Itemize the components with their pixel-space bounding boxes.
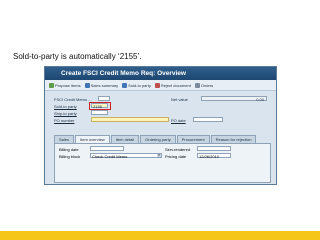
orders-label: Orders — [200, 82, 214, 88]
tab-ordering-party[interactable]: Ordering party — [140, 135, 176, 143]
sales-summary-button[interactable]: Sales summary — [84, 82, 119, 88]
window-title: Create FSCI Credit Memo Req: Overview — [45, 67, 276, 80]
net-value-label: Net value — [171, 97, 188, 102]
orders-button[interactable]: Orders — [194, 82, 214, 88]
summary-icon — [84, 82, 90, 88]
sold-to-party-btn-label: Sold-to party — [128, 82, 151, 88]
billing-date-label: Billing date — [59, 147, 79, 152]
billing-block-label: Billing block — [59, 154, 81, 159]
sold-to-party-button[interactable]: Sold-to party — [122, 82, 151, 88]
serv-rendered-field[interactable] — [197, 146, 231, 151]
application-toolbar: Propose items Sales summary Sold-to part… — [45, 80, 276, 91]
sap-window: Create FSCI Credit Memo Req: Overview Pr… — [44, 66, 277, 185]
tab-strip: Sales Item overview Item detail Ordering… — [54, 135, 257, 143]
net-value-field: 0.00 — [201, 96, 267, 102]
billing-block-value: Check Credit Memo — [92, 154, 128, 159]
item-overview-panel: Billing date Serv.rendered Billing block… — [54, 143, 271, 183]
reject-icon — [154, 82, 160, 88]
ship-to-party-field[interactable] — [91, 110, 108, 115]
propose-items-label: Propose items — [55, 82, 81, 88]
pricing-date-label: Pricing date — [165, 154, 187, 159]
tab-item-detail[interactable]: Item detail — [110, 135, 140, 143]
orders-icon — [194, 82, 200, 88]
tab-reason-for-rejection[interactable]: Reason for rejection — [210, 135, 257, 143]
caption-text: Sold-to-party is automatically ‘2155’. — [13, 52, 142, 61]
doc-number-field[interactable] — [98, 96, 110, 101]
po-number-label: PO number — [54, 118, 75, 123]
propose-items-button[interactable]: Propose items — [49, 82, 81, 88]
propose-icon — [49, 82, 54, 88]
sold-to-highlight — [89, 102, 111, 110]
billing-block-select[interactable]: Check Credit Memo ▾ — [90, 153, 162, 159]
sales-summary-label: Sales summary — [90, 82, 119, 88]
doc-type-label: FSCI Credit Memo ... — [54, 97, 92, 102]
po-number-field[interactable] — [91, 117, 169, 122]
ship-to-label: Ship-to party — [54, 111, 77, 116]
footer-bar — [0, 231, 320, 240]
party-icon — [122, 82, 128, 88]
reject-document-button[interactable]: Reject document — [154, 82, 191, 88]
pricing-date-field[interactable]: 12/26/2010 — [197, 153, 231, 159]
chevron-down-icon: ▾ — [157, 153, 161, 157]
billing-date-field[interactable] — [90, 146, 124, 151]
tab-item-overview[interactable]: Item overview — [75, 135, 110, 143]
reject-document-label: Reject document — [160, 82, 191, 88]
tab-procurement[interactable]: Procurement — [176, 135, 210, 143]
tab-sales[interactable]: Sales — [54, 135, 75, 143]
po-date-label: PO date — [171, 118, 186, 123]
serv-rendered-label: Serv.rendered — [165, 147, 191, 152]
sold-to-label: Sold-to party — [54, 104, 77, 109]
po-date-field[interactable] — [193, 117, 223, 122]
